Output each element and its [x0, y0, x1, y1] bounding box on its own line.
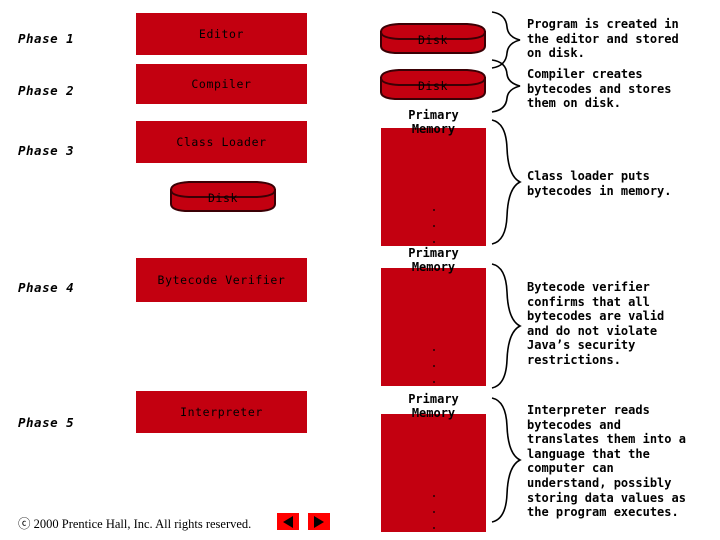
phase-label-4: Phase 4 [18, 280, 75, 295]
previous-slide-button[interactable] [277, 513, 299, 530]
memory-group-2: Primary Memory [381, 246, 486, 388]
process-box-interpreter-label: Interpreter [180, 405, 263, 419]
disk-shape-icon [379, 69, 487, 100]
annotation-phase-2: Compiler creates bytecodes and stores th… [527, 67, 672, 111]
disk-shape-icon [379, 23, 487, 54]
annotation-phase-1: Program is created in the editor and sto… [527, 17, 679, 61]
process-box-editor[interactable]: Editor [136, 13, 307, 55]
process-box-editor-label: Editor [198, 27, 245, 41]
memory-ellipsis-2 [432, 342, 435, 390]
brace-icon-2 [489, 58, 523, 114]
brace-icon-3 [489, 118, 523, 246]
disk-cylinder-2[interactable]: Disk [377, 68, 489, 102]
annotation-phase-3: Class loader puts bytecodes in memory. [527, 169, 672, 198]
memory-group-3: Primary Memory [381, 392, 486, 540]
disk-cylinder-3[interactable]: Disk [167, 180, 279, 214]
annotation-phase-5: Interpreter reads bytecodes and translat… [527, 403, 686, 520]
process-box-compiler-label: Compiler [191, 77, 252, 91]
triangle-left-icon [283, 515, 293, 528]
disk-shape-icon [169, 181, 277, 212]
process-box-class-loader-label: Class Loader [176, 135, 267, 149]
memory-ellipsis-1 [432, 202, 435, 250]
process-box-bytecode-verifier[interactable]: Bytecode Verifier [136, 258, 307, 302]
memory-caption-1: Primary Memory [408, 108, 459, 136]
disk-cylinder-1[interactable]: Disk [377, 22, 489, 56]
process-box-interpreter[interactable]: Interpreter [136, 391, 307, 433]
phase-label-2: Phase 2 [18, 83, 75, 98]
brace-icon-4 [489, 262, 523, 390]
memory-caption-3: Primary Memory [408, 392, 459, 420]
process-box-bytecode-verifier-label: Bytecode Verifier [157, 273, 286, 287]
copyright-notice: ⓒ 2000 Prentice Hall, Inc. All rights re… [18, 517, 252, 531]
triangle-right-icon [314, 515, 324, 528]
phase-label-1: Phase 1 [18, 31, 75, 46]
brace-icon-5 [489, 396, 523, 524]
slide-canvas: Phase 1 Phase 2 Phase 3 Phase 4 Phase 5 … [0, 0, 720, 540]
memory-caption-2: Primary Memory [408, 246, 459, 274]
process-box-compiler[interactable]: Compiler [136, 64, 307, 104]
memory-ellipsis-3 [432, 488, 435, 536]
next-slide-button[interactable] [308, 513, 330, 530]
process-box-class-loader[interactable]: Class Loader [136, 121, 307, 163]
memory-group-1: Primary Memory [381, 108, 486, 248]
phase-label-3: Phase 3 [18, 143, 75, 158]
phase-label-5: Phase 5 [18, 415, 75, 430]
annotation-phase-4: Bytecode verifier confirms that all byte… [527, 280, 665, 367]
